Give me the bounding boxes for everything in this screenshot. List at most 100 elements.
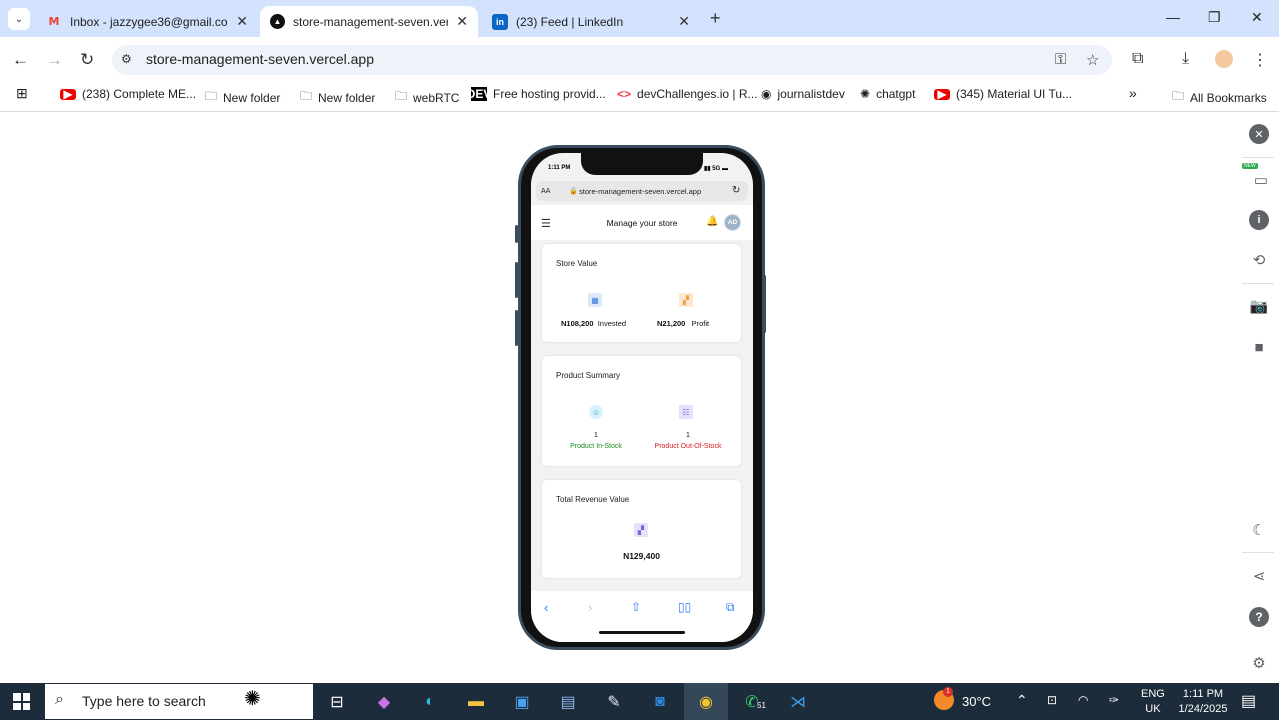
bookmark-item[interactable]: ✺ chatgpt (860, 87, 915, 101)
tab-label: Inbox - jazzygee36@gmail.com (70, 14, 229, 29)
avatar[interactable]: AD (724, 214, 741, 231)
bookmark-item[interactable]: 🗀 New folder (205, 87, 280, 108)
reload-button[interactable]: ↻ (80, 50, 94, 70)
weather-sun-icon[interactable]: 1 (934, 687, 954, 710)
tab-gmail[interactable]: M Inbox - jazzygee36@gmail.com ✕ (36, 6, 258, 37)
bookmark-star-icon[interactable]: ☆ (1086, 51, 1099, 69)
notification-center-icon[interactable]: ▤ (1241, 691, 1256, 711)
bookmark-item[interactable]: <> devChallenges.io | R... (617, 87, 758, 101)
out-of-stock-icon: ☷ (679, 405, 693, 419)
url-text[interactable]: store-management-seven.vercel.app (146, 51, 374, 67)
notification-badge: 51 (755, 701, 768, 710)
store-icon[interactable]: ▣ (507, 687, 537, 717)
all-bookmarks[interactable]: 🗀 All Bookmarks (1172, 87, 1267, 108)
outlook-icon[interactable]: ◙ (645, 687, 675, 717)
record-video-icon[interactable]: ■ (1249, 337, 1269, 357)
help-icon[interactable]: ? (1249, 607, 1269, 627)
back-button[interactable]: ← (12, 50, 29, 70)
bookmark-item[interactable]: ◉ journalistdev (761, 87, 845, 101)
revenue-amount: N129,400 (623, 551, 660, 561)
password-key-icon[interactable]: ⚿ (1055, 51, 1066, 68)
profile-avatar[interactable] (1215, 50, 1233, 68)
safari-tabs-icon[interactable]: ⧉ (726, 600, 735, 615)
safari-share-icon[interactable]: ⇧ (631, 600, 641, 614)
site-settings-icon[interactable]: ⚙ (121, 52, 132, 66)
browser-menu-icon[interactable]: ⋮ (1252, 50, 1268, 70)
new-tab-button[interactable]: + (710, 8, 721, 29)
windows-start-icon[interactable] (13, 693, 30, 710)
pen-icon[interactable]: ✑ (1109, 693, 1119, 707)
weather-temperature[interactable]: 30°C (962, 694, 991, 709)
store-value-card: Store Value ▦ ▞ N108,200 Invested N21,20… (542, 244, 741, 342)
minimize-button[interactable]: — (1166, 9, 1180, 25)
close-tab-icon[interactable]: ✕ (678, 13, 690, 30)
close-window-button[interactable]: ✕ (1251, 9, 1263, 26)
invested-icon: ▦ (588, 293, 602, 307)
in-stock-icon: ☺ (589, 405, 603, 419)
language-code: ENG (1141, 688, 1165, 700)
apps-grid-icon[interactable]: ⊞ (16, 85, 28, 102)
task-view-icon[interactable]: ⊟ (322, 687, 352, 717)
tab-store-management[interactable]: ▲ store-management-seven.vercel.app ✕ (260, 6, 478, 37)
tab-search-button[interactable]: ⌄ (8, 8, 30, 30)
settings-gear-icon[interactable]: ⚙ (1249, 653, 1269, 673)
in-stock-count: 1 (594, 432, 598, 439)
out-of-stock-label: Product Out-Of-Stock (654, 443, 722, 450)
bookmark-label: Free hosting provid... (493, 87, 606, 101)
copilot-icon[interactable]: ◆ (369, 687, 399, 717)
show-hidden-icons-chevron-icon[interactable]: ⌃ (1016, 692, 1028, 709)
share-icon[interactable]: ⋖ (1249, 566, 1269, 586)
notification-bell-icon[interactable]: 🔔 (706, 216, 718, 227)
bookmark-item[interactable]: ▶ (345) Material UI Tu... (934, 87, 1072, 101)
search-placeholder[interactable]: Type here to search (82, 693, 206, 709)
close-tab-icon[interactable]: ✕ (456, 13, 468, 30)
profit-amount: N21,200 (657, 319, 686, 328)
safari-back-icon[interactable]: ‹ (544, 600, 548, 615)
forward-button[interactable]: → (46, 50, 63, 70)
text-size-button[interactable]: AA (541, 188, 550, 195)
safari-bottom-bar (531, 591, 753, 642)
bookmark-item[interactable]: ▶ (238) Complete ME... (60, 87, 196, 101)
restore-button[interactable]: ❐ (1208, 9, 1221, 26)
safari-bookmarks-icon[interactable]: ▯▯ (678, 600, 691, 614)
whatsapp-icon[interactable]: ✆ 51 (737, 687, 768, 717)
vscode-icon[interactable]: ⋊ (783, 687, 813, 717)
close-tab-icon[interactable]: ✕ (236, 13, 248, 30)
rotate-icon[interactable]: ⟲ (1249, 250, 1269, 270)
info-icon[interactable]: i (1249, 210, 1269, 230)
chrome-icon[interactable]: ◉ (691, 687, 721, 717)
extensions-icon[interactable]: ⧉ (1132, 50, 1143, 68)
close-icon[interactable]: ✕ (1249, 124, 1269, 144)
screenshot-camera-icon[interactable]: 📷 (1249, 296, 1269, 316)
youtube-icon: ▶ (934, 87, 950, 101)
devchallenges-icon: <> (617, 87, 632, 101)
paint-icon[interactable]: ✎ (599, 687, 629, 717)
wifi-icon[interactable]: ◠ (1078, 693, 1088, 707)
chatgpt-icon: ✺ (860, 87, 871, 101)
dark-mode-moon-icon[interactable]: ☾ (1249, 520, 1269, 540)
safari-forward-icon[interactable]: › (588, 600, 592, 615)
weather-badge: 1 (943, 687, 953, 697)
download-icon[interactable]: ⤓ (1182, 50, 1189, 68)
network-app-icon[interactable]: ▤ (553, 687, 583, 717)
phone-url-text[interactable]: store-management-seven.vercel.app (579, 187, 701, 196)
dev-icon: DEV (466, 87, 492, 101)
meet-now-icon[interactable]: ⊡ (1047, 693, 1057, 707)
search-icon: ⌕ (55, 691, 64, 708)
bookmark-item[interactable]: 🗀 webRTC (395, 87, 459, 108)
gmail-icon: M (48, 15, 60, 28)
bookmark-item[interactable]: 🗀 New folder (300, 87, 375, 108)
total-revenue-card: Total Revenue Value ▞ N129,400 (542, 480, 741, 578)
status-bar-time: 1:11 PM (548, 165, 571, 171)
more-bookmarks-icon[interactable]: » (1129, 85, 1137, 101)
edge-icon[interactable]: ◐ (415, 687, 445, 717)
phone-notch (581, 153, 703, 175)
device-toggle-icon[interactable]: NEW ▭ (1242, 163, 1270, 189)
reload-icon[interactable]: ↻ (732, 185, 740, 196)
file-explorer-icon[interactable]: ▬ (461, 687, 491, 717)
clock[interactable]: 1:11 PM 1/24/2025 (1172, 687, 1234, 717)
bookmark-label: All Bookmarks (1190, 90, 1267, 105)
bookmark-item[interactable]: DEV Free hosting provid... (466, 87, 606, 101)
language-indicator[interactable]: ENG UK (1141, 687, 1165, 717)
tab-linkedin[interactable]: in (23) Feed | LinkedIn ✕ (482, 6, 700, 37)
